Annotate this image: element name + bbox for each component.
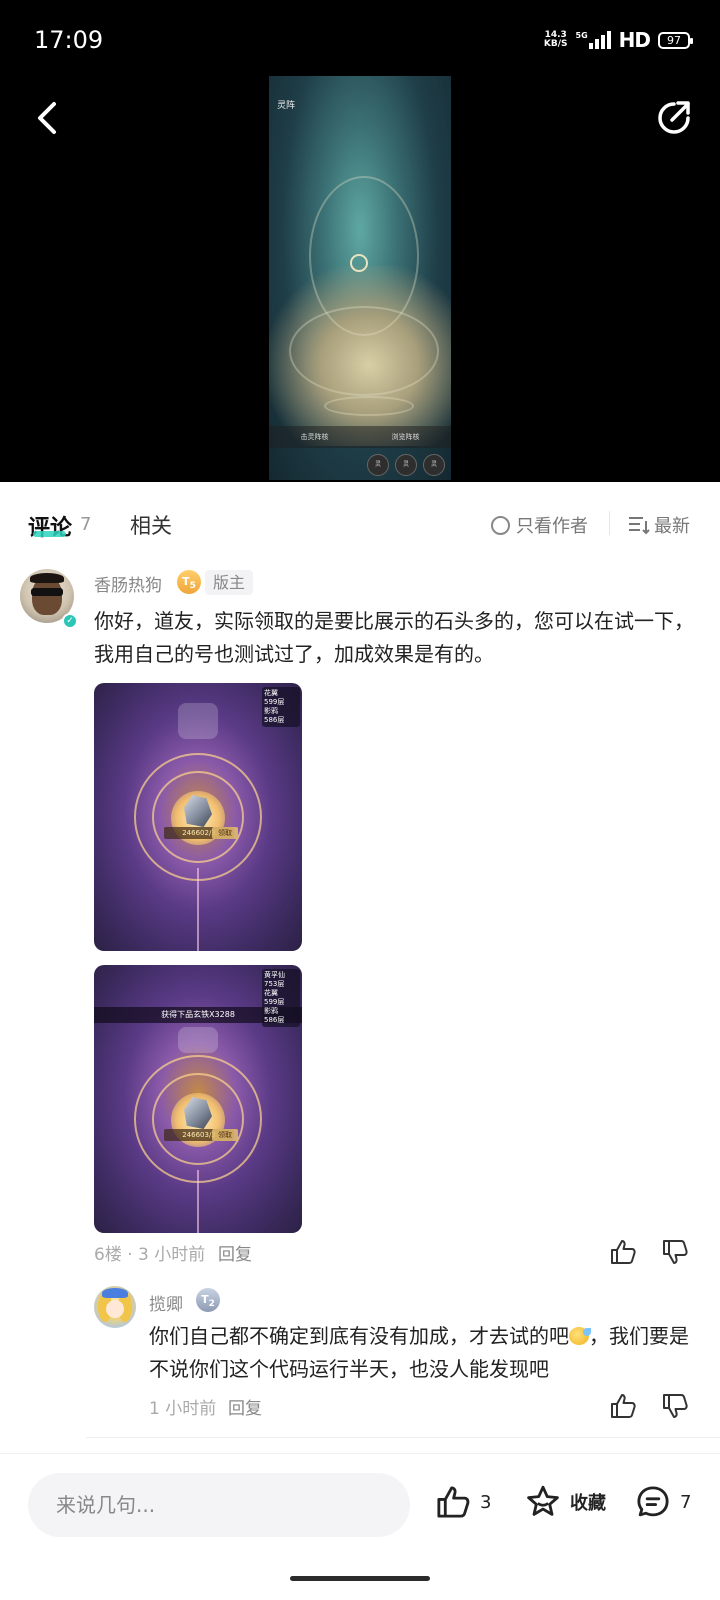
moderator-badge: 版主 <box>205 570 254 595</box>
reply-avatar[interactable] <box>94 1286 136 1328</box>
reply-button[interactable]: 回复 <box>228 1394 262 1419</box>
like-button[interactable] <box>609 1392 637 1420</box>
comment-bubble-icon <box>637 1486 669 1517</box>
reply-author[interactable]: 揽卿 <box>149 1290 183 1315</box>
video-bottom-bar: 击灵阵核 浏览阵核 <box>269 426 451 448</box>
hd-indicator: HD <box>618 28 651 52</box>
like-icon <box>611 1240 636 1264</box>
only-author-toggle[interactable]: 只看作者 <box>491 512 588 538</box>
sort-button[interactable]: 最新 <box>628 512 690 538</box>
dislike-icon <box>663 1240 688 1264</box>
status-time: 17:09 <box>34 26 104 54</box>
dislike-button[interactable] <box>661 1238 689 1266</box>
verified-icon: ✓ <box>62 613 78 629</box>
comments-button[interactable]: 7 <box>634 1484 691 1520</box>
net-speed: 14.3 KB/S <box>543 30 568 49</box>
video-player[interactable]: 灵阵 击灵阵核 浏览阵核 灵 灵 灵 <box>269 76 451 480</box>
video-node <box>350 254 368 272</box>
dislike-button[interactable] <box>661 1392 689 1420</box>
favorite-button[interactable]: 收藏 <box>524 1484 606 1520</box>
divider <box>86 1437 720 1438</box>
sort-icon <box>629 517 650 535</box>
home-indicator <box>290 1576 430 1581</box>
video-title: 灵阵 <box>277 101 296 111</box>
signal-icon: 5G <box>576 31 611 49</box>
share-icon <box>658 101 690 134</box>
status-bar-right: 14.3 KB/S 5G HD 97 <box>543 28 693 52</box>
sweat-emoji-icon <box>569 1327 591 1345</box>
comment-author[interactable]: 香肠热狗 <box>94 571 162 596</box>
rank-list: 花翼 599层 影鸦 586层 <box>262 687 300 727</box>
video-buttons: 灵 灵 灵 <box>367 454 445 476</box>
level-badge: T2 <box>196 1288 220 1312</box>
rank-list: 黄孚仙 753层 花翼 599层 影鸦 586层 <box>262 969 300 1027</box>
tab-comments[interactable]: 评论 <box>28 510 72 542</box>
back-button[interactable] <box>30 96 66 140</box>
like-post-button[interactable]: 3 <box>434 1484 491 1520</box>
back-icon <box>38 102 56 134</box>
dislike-icon <box>663 1394 688 1418</box>
reply-button[interactable]: 回复 <box>218 1240 252 1265</box>
battery-icon: 97 <box>658 31 693 49</box>
tab-related[interactable]: 相关 <box>130 510 172 540</box>
comments-count: 7 <box>80 514 92 535</box>
tab-active-indicator <box>33 531 66 537</box>
share-button[interactable] <box>654 98 694 138</box>
comment-image-2[interactable]: 获得下品玄铁X3288 246603/3 黄孚仙 753层 花翼 599层 影鸦… <box>94 965 302 1233</box>
reply-meta: 1 小时前 <box>149 1399 217 1419</box>
like-button[interactable] <box>609 1238 637 1266</box>
level-badge: T5 <box>177 570 201 594</box>
like-icon <box>611 1394 636 1418</box>
star-icon <box>527 1485 559 1516</box>
comment-image-1[interactable]: 246602/3 花翼 599层 影鸦 586层 领取 <box>94 683 302 951</box>
like-icon <box>437 1486 470 1518</box>
comment-meta: 6楼 · 3 小时前 <box>94 1245 206 1265</box>
comment-text: 你好，道友，实际领取的是要比展示的石头多的，您可以在试一下，我用自己的号也测试过… <box>94 609 694 666</box>
reply-text: 你们自己都不确定到底有没有加成，才去试的吧 ，我们要是不说你们这个代码运行半天，也… <box>149 1324 689 1381</box>
divider <box>609 511 610 535</box>
comment-input[interactable] <box>28 1473 410 1537</box>
radio-icon <box>491 515 510 535</box>
